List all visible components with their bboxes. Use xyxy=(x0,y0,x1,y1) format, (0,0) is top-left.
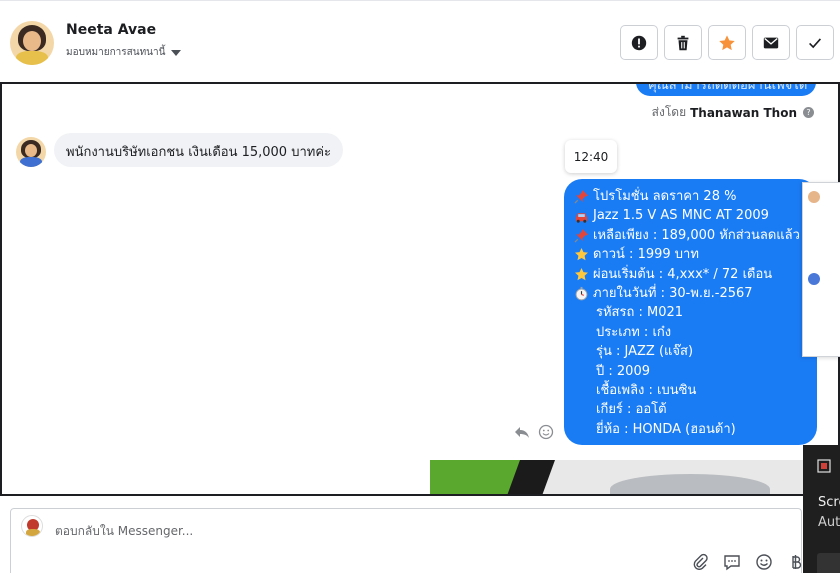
star-icon xyxy=(719,34,735,50)
promo-line: ภายในวันที่ : 30-พ.ย.-2567 xyxy=(574,284,807,303)
contact-avatar-small xyxy=(16,137,46,167)
emoji-icon[interactable] xyxy=(755,553,773,571)
sent-by-name: Thanawan Thon xyxy=(690,105,797,120)
spam-button[interactable] xyxy=(620,25,658,60)
outgoing-promo-bubble[interactable]: โปรโมชั่น ลดราคา 28 % Jazz 1.5 V AS MNC A… xyxy=(564,179,817,445)
emoji-reaction-icon[interactable] xyxy=(538,424,554,440)
promo-line-text: รุ่น : JAZZ (แจ๊ส) xyxy=(596,344,694,360)
preview-avatar-icon xyxy=(808,273,820,285)
star-button[interactable] xyxy=(708,25,746,60)
reply-icon[interactable] xyxy=(514,424,530,440)
promo-line: ปี : 2009 xyxy=(574,362,807,381)
contact-avatar[interactable] xyxy=(10,21,54,65)
promo-line: เชื้อเพลิง : เบนซิน xyxy=(574,381,807,400)
sent-by-label: ส่งโดย Thanawan Thon ? xyxy=(652,103,814,122)
promo-line-text: โปรโมชั่น ลดราคา 28 % xyxy=(593,189,737,204)
image-car xyxy=(610,474,770,494)
reply-input[interactable]: ตอบกลับใน Messenger... xyxy=(55,522,193,541)
check-icon xyxy=(809,37,822,48)
trash-icon xyxy=(677,35,689,50)
promo-line-text: ภายในวันที่ : 30-พ.ย.-2567 xyxy=(593,285,753,301)
envelope-icon xyxy=(763,37,779,48)
saved-reply-icon[interactable] xyxy=(723,553,741,571)
promo-line-text: เชื้อเพลิง : เบนซิน xyxy=(596,382,697,398)
promo-line: โปรโมชั่น ลดราคา 28 % xyxy=(574,187,807,206)
promo-line: ผ่อนเริ่มต้น : 4,xxx* / 72 เดือน xyxy=(574,265,807,284)
stopwatch-icon xyxy=(574,286,589,301)
star-emoji-icon xyxy=(574,247,589,262)
side-preview-panel[interactable] xyxy=(802,182,840,357)
promo-line-text: ดาวน์ : 1999 บาท xyxy=(593,247,699,263)
promo-line-text: ประเภท : เก๋ง xyxy=(596,324,672,340)
image-banner xyxy=(430,460,520,494)
composer-tools xyxy=(691,553,805,571)
preview-avatar-icon xyxy=(808,191,820,203)
promo-line-text: ผ่อนเริ่มต้น : 4,xxx* / 72 เดือน xyxy=(593,266,773,282)
assign-conversation-dropdown[interactable]: มอบหมายการสนทนานี้ xyxy=(66,45,182,60)
message-actions xyxy=(514,424,554,440)
promo-line-text: เหลือเพียง : 189,000 หักส่วนลดแล้ว xyxy=(593,227,800,243)
promo-lines: โปรโมชั่น ลดราคา 28 % Jazz 1.5 V AS MNC A… xyxy=(574,187,807,439)
promo-line-text: รหัสรถ : M021 xyxy=(596,305,684,321)
promo-line: ดาวน์ : 1999 บาท xyxy=(574,245,807,264)
inbox-window: Neeta Avae มอบหมายการสนทนานี้ คุณสามารถต… xyxy=(0,0,840,573)
promo-line: รหัสรถ : M021 xyxy=(574,303,807,322)
toast-action-button[interactable] xyxy=(817,553,840,573)
promo-line: ประเภท : เก๋ง xyxy=(574,323,807,342)
reply-composer[interactable]: ตอบกลับใน Messenger... xyxy=(10,508,802,573)
mark-unread-button[interactable] xyxy=(752,25,790,60)
attachment-icon[interactable] xyxy=(691,553,709,571)
caret-down-icon xyxy=(171,49,182,56)
delete-button[interactable] xyxy=(664,25,702,60)
page-avatar xyxy=(21,515,43,537)
toast-title: Scre xyxy=(818,495,840,510)
conversation-panel[interactable]: คุณสามารถติดต่อผ่านเพจได้ ส่งโดย Thanawa… xyxy=(0,82,840,496)
question-icon[interactable]: ? xyxy=(803,107,814,118)
promo-line: รุ่น : JAZZ (แจ๊ส) xyxy=(574,342,807,361)
toast-subtitle: Aut xyxy=(818,515,840,530)
promo-line-text: ปี : 2009 xyxy=(596,363,650,379)
exclamation-icon xyxy=(631,35,647,50)
timestamp-tooltip: 12:40 xyxy=(565,140,617,173)
image-attachment[interactable] xyxy=(430,460,816,494)
promo-line-text: เกียร์ : ออโต้ xyxy=(596,402,667,418)
promo-line-text: Jazz 1.5 V AS MNC AT 2009 xyxy=(593,208,769,224)
assign-label: มอบหมายการสนทนานี้ xyxy=(66,47,166,58)
promo-line: Jazz 1.5 V AS MNC AT 2009 xyxy=(574,206,807,225)
conversation-header: Neeta Avae มอบหมายการสนทนานี้ xyxy=(0,0,840,82)
promo-line: เกียร์ : ออโต้ xyxy=(574,400,807,419)
screenshot-notification-toast[interactable]: Scre Aut xyxy=(803,445,840,573)
pushpin-icon xyxy=(574,189,589,204)
promo-line: เหลือเพียง : 189,000 หักส่วนลดแล้ว xyxy=(574,226,807,245)
star-emoji-icon xyxy=(574,267,589,282)
screenshot-icon xyxy=(817,459,831,473)
pushpin-icon xyxy=(574,228,589,243)
header-actions xyxy=(620,25,834,60)
outgoing-message-bubble[interactable]: คุณสามารถติดต่อผ่านเพจได้ xyxy=(636,84,816,96)
contact-name[interactable]: Neeta Avae xyxy=(66,22,156,38)
car-icon xyxy=(574,209,589,224)
incoming-message-bubble[interactable]: พนักงานบริษัทเอกชน เงินเดือน 15,000 บาทค… xyxy=(54,133,344,167)
done-button[interactable] xyxy=(796,25,834,60)
sent-by-prefix: ส่งโดย xyxy=(651,105,687,119)
promo-line-text: ยี่ห้อ : HONDA (ฮอนด้า) xyxy=(596,421,736,437)
promo-line: ยี่ห้อ : HONDA (ฮอนด้า) xyxy=(574,420,807,439)
